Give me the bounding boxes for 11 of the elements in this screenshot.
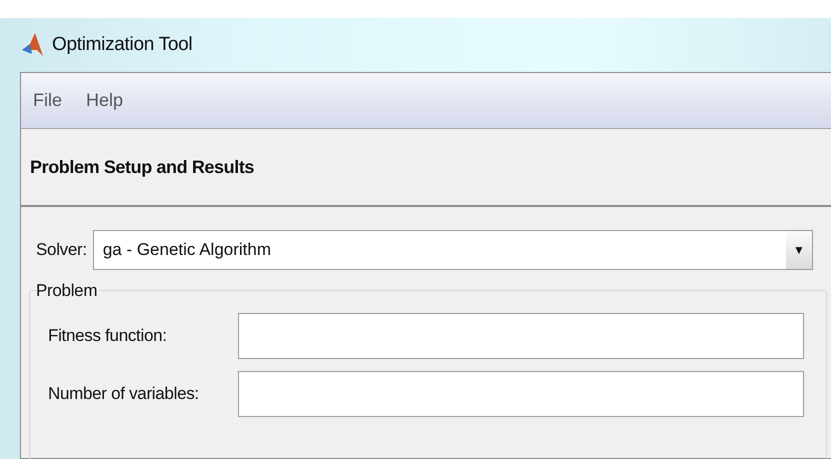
solver-label: Solver: <box>36 239 87 262</box>
app-logo-icon <box>20 32 44 58</box>
menu-item[interactable]: File <box>33 87 62 114</box>
input-field[interactable] <box>238 371 804 417</box>
panel-title: Problem Setup and Results <box>21 129 831 207</box>
solver-dropdown[interactable]: ga - Genetic Algorithm ▼ <box>92 230 813 270</box>
menu-item[interactable]: Help <box>86 87 124 114</box>
field-label: Number of variables: <box>48 383 200 406</box>
window-title: Optimization Tool <box>52 32 192 57</box>
field-label: Fitness function: <box>48 325 168 348</box>
input-field[interactable] <box>238 313 804 359</box>
